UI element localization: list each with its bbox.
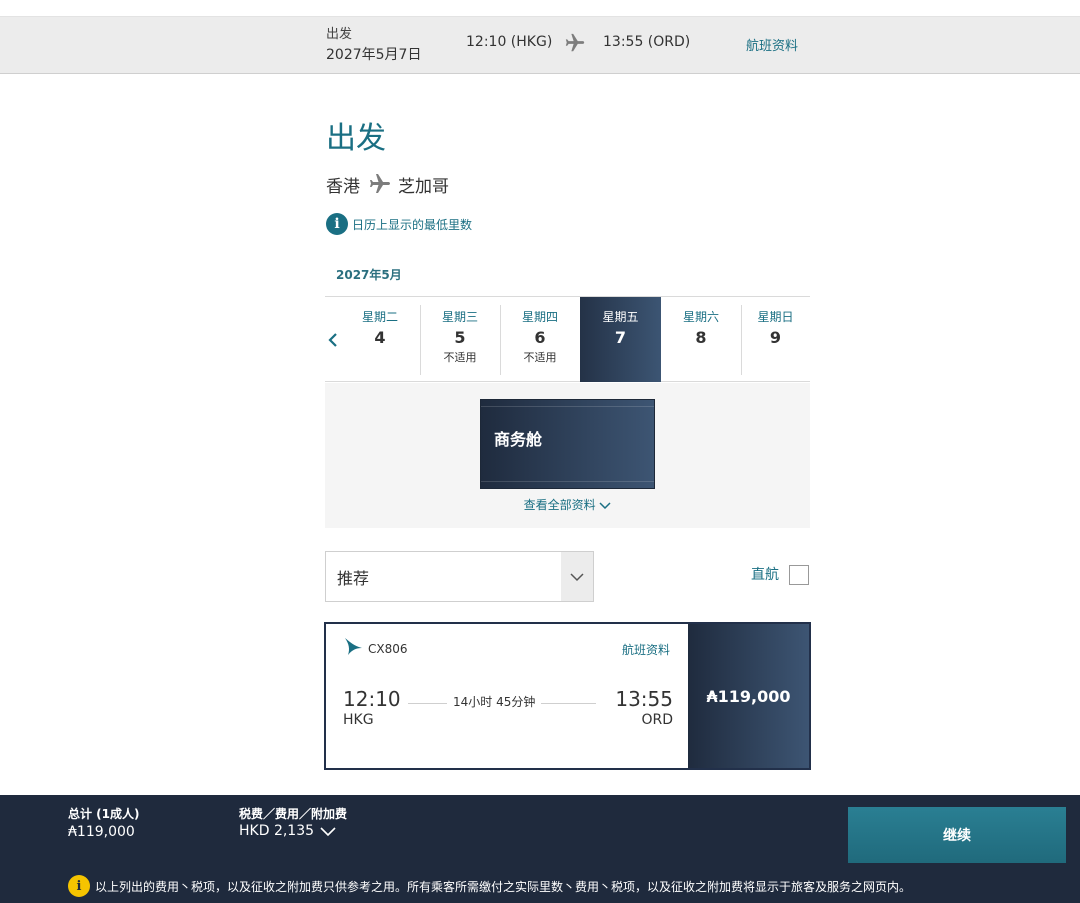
calendar-day[interactable]: 星期六 8 [661,297,741,382]
route-destination: 芝加哥 [398,176,449,197]
fare-notice-text: 以上列出的费用丶税项，以及征收之附加费只供参考之用。所有乘客所需缴付之实际里数丶… [95,879,912,894]
summary-departure-label: 出发 [326,27,353,42]
route: 香港 芝加哥 [326,172,449,197]
flight-info-link[interactable]: 航班资料 [622,641,670,658]
plane-icon [368,172,392,196]
chevron-down-icon [561,552,593,601]
chevron-down-icon [320,826,336,836]
calendar-day[interactable]: 星期日 9 [741,297,810,382]
calendar-day[interactable]: 星期二 4 [340,297,420,382]
checkout-footer: 总计 (1成人) ₳119,000 税费／费用／附加费 HKD 2,135 继续… [0,795,1080,903]
nonstop-checkbox[interactable] [789,565,809,585]
calendar-note[interactable]: i 日历上显示的最低里数 [326,213,472,235]
flight-duration: 14小时 45分钟 [447,693,542,710]
airline-logo-icon [344,636,364,660]
chevron-left-icon[interactable] [325,327,341,353]
summary-arrive-time: 13:55 (ORD) [603,34,691,50]
summary-departure-date: 2027年5月7日 [326,47,422,63]
top-strip [0,0,1080,17]
continue-button[interactable]: 继续 [848,807,1066,863]
total-value: ₳119,000 [68,824,135,840]
cabin-panel: 商务舱 查看全部资料 [325,383,810,528]
flight-arrive-code: ORD [641,712,673,728]
info-icon: i [326,213,348,235]
flight-arrive-time: 13:55 [615,687,673,711]
flight-result-card[interactable]: CX806 航班资料 12:10 HKG 14小时 45分钟 13:55 ORD… [324,622,811,770]
summary-depart-time: 12:10 (HKG) [466,34,553,50]
flight-number: CX806 [368,642,408,656]
fare-notice: i 以上列出的费用丶税项，以及征收之附加费只供参考之用。所有乘客所需缴付之实际里… [68,875,911,897]
calendar-day-selected[interactable]: 星期五 7 [580,297,661,382]
cabin-business-card[interactable]: 商务舱 [480,399,655,489]
calendar-note-text: 日历上显示的最低里数 [352,217,473,232]
calendar-day[interactable]: 星期四 6 不适用 [500,297,580,382]
flight-price: ₳119,000 [706,686,791,706]
calendar-day[interactable]: 星期三 5 不适用 [420,297,500,382]
chevron-down-icon [599,501,611,509]
view-all-details-link[interactable]: 查看全部资料 [325,496,810,513]
calendar-month: 2027年5月 [336,268,402,282]
total-label: 总计 (1成人) [68,807,140,821]
flight-price-button[interactable]: ₳119,000 [688,624,809,768]
tax-toggle[interactable]: HKD 2,135 [239,823,336,839]
week-selector: 星期二 4 星期三 5 不适用 星期四 6 不适用 星期五 7 星期六 8 星期… [325,296,810,382]
sort-value: 推荐 [337,569,370,588]
route-origin: 香港 [326,176,360,197]
flight-depart-time: 12:10 [343,687,401,711]
plane-icon [564,32,586,58]
cabin-label: 商务舱 [494,430,543,449]
flight-depart-code: HKG [343,712,374,728]
summary-flight-info-link[interactable]: 航班资料 [746,35,798,54]
sort-dropdown[interactable]: 推荐 [325,551,594,602]
warning-icon: i [68,875,90,897]
flight-summary-bar: 出发 2027年5月7日 12:10 (HKG) 13:55 (ORD) 航班资… [0,17,1080,74]
tax-label: 税费／费用／附加费 [239,807,348,821]
nonstop-label: 直航 [751,567,779,583]
page-title: 出发 [326,121,386,156]
tax-value: HKD 2,135 [239,823,315,839]
